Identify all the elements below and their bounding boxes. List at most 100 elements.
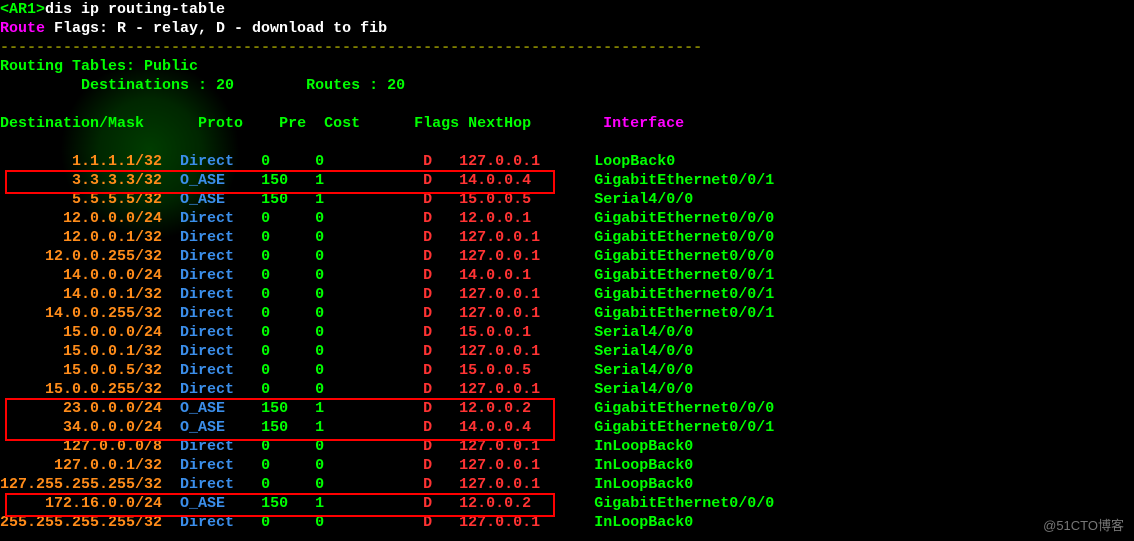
route-interface: InLoopBack0: [594, 476, 693, 493]
route-flags: D: [423, 153, 432, 170]
route-cost: 0: [315, 438, 351, 455]
route-interface: Serial4/0/0: [594, 362, 693, 379]
route-proto: O_ASE: [180, 191, 243, 208]
route-row: 14.0.0.255/32 Direct 0 0 D 127.0.0.1 Gig…: [0, 304, 1134, 323]
route-interface: GigabitEthernet0/0/1: [594, 419, 774, 436]
route-row: 15.0.0.255/32 Direct 0 0 D 127.0.0.1 Ser…: [0, 380, 1134, 399]
route-pre: 0: [261, 476, 306, 493]
route-nexthop: 127.0.0.1: [459, 248, 594, 265]
routing-tables-label: Routing Tables: Public: [0, 58, 198, 75]
separator: ----------------------------------------…: [0, 38, 1134, 57]
hdr-proto: Proto: [198, 115, 279, 132]
route-cost: 1: [315, 172, 351, 189]
hdr-nexthop: NextHop: [468, 115, 603, 132]
route-nexthop: 127.0.0.1: [459, 153, 594, 170]
route-dest: 34.0.0.0/24: [0, 419, 162, 436]
route-flags: D: [423, 419, 432, 436]
prompt-host: <AR1>: [0, 1, 45, 18]
route-pre: 150: [261, 419, 306, 436]
route-interface: Serial4/0/0: [594, 324, 693, 341]
route-interface: Serial4/0/0: [594, 343, 693, 360]
route-nexthop: 127.0.0.1: [459, 381, 594, 398]
route-flags: D: [423, 229, 432, 246]
route-proto: Direct: [180, 248, 243, 265]
route-nexthop: 127.0.0.1: [459, 476, 594, 493]
counts-line: Destinations : 20 Routes : 20: [0, 76, 1134, 95]
route-proto: O_ASE: [180, 400, 243, 417]
route-cost: 0: [315, 248, 351, 265]
route-row: 12.0.0.0/24 Direct 0 0 D 12.0.0.1 Gigabi…: [0, 209, 1134, 228]
route-row: 12.0.0.1/32 Direct 0 0 D 127.0.0.1 Gigab…: [0, 228, 1134, 247]
route-proto: Direct: [180, 229, 243, 246]
route-flags: D: [423, 248, 432, 265]
route-flags: D: [423, 381, 432, 398]
hdr-cost: Cost: [324, 115, 414, 132]
route-proto: O_ASE: [180, 172, 243, 189]
route-row: 15.0.0.1/32 Direct 0 0 D 127.0.0.1 Seria…: [0, 342, 1134, 361]
route-cost: 1: [315, 191, 351, 208]
route-flags: D: [423, 495, 432, 512]
route-proto: Direct: [180, 210, 243, 227]
route-nexthop: 15.0.0.5: [459, 191, 594, 208]
route-cost: 1: [315, 495, 351, 512]
route-interface: Serial4/0/0: [594, 191, 693, 208]
route-row: 14.0.0.0/24 Direct 0 0 D 14.0.0.1 Gigabi…: [0, 266, 1134, 285]
route-row: 5.5.5.5/32 O_ASE 150 1 D 15.0.0.5 Serial…: [0, 190, 1134, 209]
route-flags: D: [423, 172, 432, 189]
route-pre: 150: [261, 400, 306, 417]
route-interface: InLoopBack0: [594, 514, 693, 531]
route-interface: InLoopBack0: [594, 457, 693, 474]
route-proto: Direct: [180, 324, 243, 341]
route-nexthop: 12.0.0.2: [459, 400, 594, 417]
route-dest: 255.255.255.255/32: [0, 514, 162, 531]
route-row: 34.0.0.0/24 O_ASE 150 1 D 14.0.0.4 Gigab…: [0, 418, 1134, 437]
route-dest: 1.1.1.1/32: [0, 153, 162, 170]
route-proto: Direct: [180, 457, 243, 474]
route-flags-desc: Flags: R - relay, D - download to fib: [45, 20, 387, 37]
route-pre: 150: [261, 172, 306, 189]
route-dest: 14.0.0.1/32: [0, 286, 162, 303]
route-nexthop: 12.0.0.1: [459, 210, 594, 227]
route-dest: 127.0.0.0/8: [0, 438, 162, 455]
route-pre: 150: [261, 191, 306, 208]
route-cost: 0: [315, 343, 351, 360]
route-row: 127.255.255.255/32 Direct 0 0 D 127.0.0.…: [0, 475, 1134, 494]
route-nexthop: 127.0.0.1: [459, 229, 594, 246]
route-row: 3.3.3.3/32 O_ASE 150 1 D 14.0.0.4 Gigabi…: [0, 171, 1134, 190]
route-dest: 12.0.0.1/32: [0, 229, 162, 246]
route-cost: 0: [315, 229, 351, 246]
route-pre: 0: [261, 210, 306, 227]
route-flags: D: [423, 400, 432, 417]
header-row: Destination/Mask Proto Pre Cost Flags Ne…: [0, 114, 1134, 133]
route-dest: 15.0.0.0/24: [0, 324, 162, 341]
route-dest: 12.0.0.0/24: [0, 210, 162, 227]
route-cost: 0: [315, 362, 351, 379]
route-flags: D: [423, 267, 432, 284]
separator-line: ----------------------------------------…: [0, 39, 702, 56]
route-cost: 0: [315, 305, 351, 322]
route-dest: 5.5.5.5/32: [0, 191, 162, 208]
dest-count-label: Destinations :: [0, 77, 216, 94]
hdr-interface: Interface: [603, 115, 684, 132]
route-dest: 15.0.0.255/32: [0, 381, 162, 398]
route-interface: GigabitEthernet0/0/0: [594, 229, 774, 246]
route-nexthop: 15.0.0.1: [459, 324, 594, 341]
route-nexthop: 14.0.0.4: [459, 172, 594, 189]
route-proto: O_ASE: [180, 419, 243, 436]
route-proto: Direct: [180, 267, 243, 284]
route-dest: 15.0.0.5/32: [0, 362, 162, 379]
route-flags: D: [423, 343, 432, 360]
route-proto: Direct: [180, 381, 243, 398]
route-cost: 0: [315, 457, 351, 474]
route-row: 15.0.0.0/24 Direct 0 0 D 15.0.0.1 Serial…: [0, 323, 1134, 342]
route-cost: 0: [315, 210, 351, 227]
route-interface: GigabitEthernet0/0/0: [594, 210, 774, 227]
route-dest: 15.0.0.1/32: [0, 343, 162, 360]
blank-2: [0, 133, 1134, 152]
route-dest: 127.255.255.255/32: [0, 476, 162, 493]
route-proto: Direct: [180, 305, 243, 322]
route-row: 127.0.0.1/32 Direct 0 0 D 127.0.0.1 InLo…: [0, 456, 1134, 475]
route-pre: 0: [261, 514, 306, 531]
route-pre: 0: [261, 286, 306, 303]
dest-count-value: 20: [216, 77, 234, 94]
